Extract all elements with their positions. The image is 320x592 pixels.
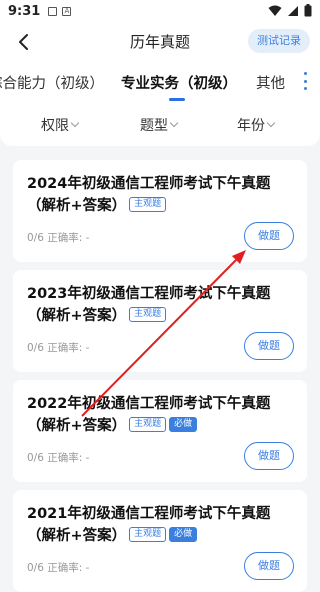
filter-year-label: 年份 xyxy=(237,118,265,134)
exam-card[interactable]: 2021年初级通信工程师考试下午真题（解析+答案） 主观题 必做 0/6 正确率: … xyxy=(13,490,307,592)
progress-count: 0/6 xyxy=(27,452,44,464)
more-tabs-icon[interactable] xyxy=(302,72,308,90)
accuracy-text: 正确率: - xyxy=(47,232,90,244)
chevron-down-icon xyxy=(70,118,80,128)
wifi-icon xyxy=(268,5,282,16)
app-header: 历年真题 测试记录 xyxy=(0,22,320,64)
exam-stats: 0/6 正确率: - xyxy=(27,230,89,245)
tab-professional-practice[interactable]: 专业实务（初级） xyxy=(121,72,237,93)
exam-card-title: 2021年初级通信工程师考试下午真题（解析+答案） 主观题 必做 xyxy=(27,503,297,547)
test-record-button[interactable]: 测试记录 xyxy=(248,29,310,53)
active-tab-indicator xyxy=(169,98,185,101)
required-tag: 必做 xyxy=(169,416,198,432)
subjective-tag: 主观题 xyxy=(129,416,167,432)
status-bar: 9:31 A xyxy=(0,0,320,22)
subjective-tag: 主观题 xyxy=(129,526,167,542)
subjective-tag: 主观题 xyxy=(129,196,167,212)
category-tabs: 综合能力（初级） 专业实务（初级） 其他 xyxy=(0,64,320,104)
progress-count: 0/6 xyxy=(27,342,44,354)
required-tag: 必做 xyxy=(169,526,198,542)
signal-icon xyxy=(288,5,298,16)
exam-stats: 0/6 正确率: - xyxy=(27,450,89,465)
notification-icon xyxy=(48,6,58,16)
app-notification-icon: A xyxy=(62,6,72,16)
progress-count: 0/6 xyxy=(27,562,44,574)
exam-card-title: 2022年初级通信工程师考试下午真题（解析+答案） 主观题 必做 xyxy=(27,393,297,437)
chevron-down-icon xyxy=(169,118,179,128)
progress-count: 0/6 xyxy=(27,232,44,244)
do-exercise-button[interactable]: 做题 xyxy=(244,552,294,580)
filter-year[interactable]: 年份 xyxy=(237,115,276,135)
do-exercise-button[interactable]: 做题 xyxy=(244,332,294,360)
filter-permission-label: 权限 xyxy=(41,118,69,134)
battery-icon xyxy=(304,4,312,17)
filter-question-type[interactable]: 题型 xyxy=(140,115,179,135)
accuracy-text: 正确率: - xyxy=(47,342,90,354)
status-time: 9:31 xyxy=(8,3,41,19)
tab-other[interactable]: 其他 xyxy=(256,72,285,93)
exam-card-title: 2024年初级通信工程师考试下午真题（解析+答案） 主观题 xyxy=(27,173,297,217)
filter-permission[interactable]: 权限 xyxy=(41,115,80,135)
exam-card[interactable]: 2022年初级通信工程师考试下午真题（解析+答案） 主观题 必做 0/6 正确率: … xyxy=(13,380,307,482)
exam-card[interactable]: 2023年初级通信工程师考试下午真题（解析+答案） 主观题 0/6 正确率: - … xyxy=(13,270,307,372)
exam-card[interactable]: 2024年初级通信工程师考试下午真题（解析+答案） 主观题 0/6 正确率: - … xyxy=(13,160,307,262)
filter-question-type-label: 题型 xyxy=(140,118,168,134)
accuracy-text: 正确率: - xyxy=(47,562,90,574)
exam-card-title: 2023年初级通信工程师考试下午真题（解析+答案） 主观题 xyxy=(27,283,297,327)
subjective-tag: 主观题 xyxy=(129,306,167,322)
chevron-down-icon xyxy=(266,118,276,128)
accuracy-text: 正确率: - xyxy=(47,452,90,464)
tab-general-ability[interactable]: 综合能力（初级） xyxy=(0,72,104,93)
exam-stats: 0/6 正确率: - xyxy=(27,340,89,355)
do-exercise-button[interactable]: 做题 xyxy=(244,222,294,250)
do-exercise-button[interactable]: 做题 xyxy=(244,442,294,470)
filter-bar: 权限 题型 年份 xyxy=(0,104,320,146)
